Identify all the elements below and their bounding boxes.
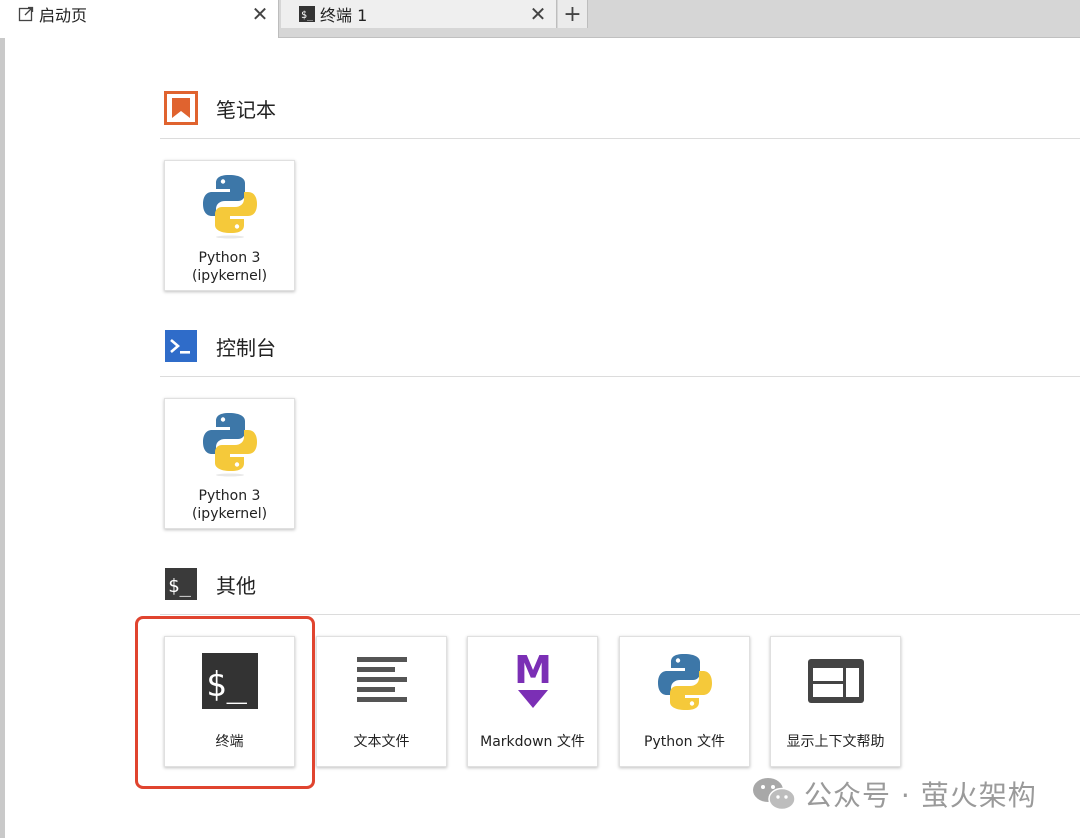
python-logo-icon — [200, 409, 260, 477]
section-console-header: 控制台 — [160, 326, 1080, 366]
markdown-file-card[interactable]: M Markdown 文件 — [467, 636, 598, 767]
svg-text:$_: $_ — [301, 10, 314, 21]
tab-launcher-label: 启动页 — [39, 6, 88, 25]
python-file-card[interactable]: Python 文件 — [619, 636, 750, 767]
svg-text:$_: $_ — [168, 575, 191, 597]
card-label: 显示上下文帮助 — [786, 734, 885, 750]
card-label: Markdown 文件 — [480, 734, 585, 750]
section-title: 控制台 — [216, 335, 276, 360]
section-title: 其他 — [216, 573, 256, 598]
wechat-icon — [752, 776, 796, 812]
terminal-icon: $_ — [299, 6, 315, 22]
notebook-icon — [164, 91, 198, 125]
tab-terminal-label: 终端 1 — [320, 6, 368, 25]
python-logo-icon — [200, 171, 260, 239]
context-help-card[interactable]: 显示上下文帮助 — [770, 636, 901, 767]
text-file-icon — [355, 647, 409, 715]
card-label: Python 3 (ipykernel) — [192, 249, 267, 285]
watermark-text: 公众号 · 萤火架构 — [804, 779, 1037, 812]
section-title: 笔记本 — [216, 97, 276, 122]
card-label-line1: Python 3 — [198, 250, 261, 266]
close-icon[interactable]: ✕ — [246, 0, 274, 28]
text-file-card[interactable]: 文本文件 — [316, 636, 447, 767]
launcher-window: 启动页 ✕ $_ 终端 1 ✕ + 笔记本 Python 3 (ipykerne… — [0, 0, 1080, 838]
tab-launcher[interactable]: 启动页 ✕ — [0, 0, 279, 38]
card-label: 文本文件 — [353, 734, 410, 750]
card-label: Python 3 (ipykernel) — [192, 487, 267, 523]
section-divider — [160, 138, 1080, 139]
card-label-line1: Python 3 — [198, 488, 261, 504]
left-border — [0, 0, 5, 838]
markdown-icon: M — [510, 647, 556, 715]
notebook-python3-card[interactable]: Python 3 (ipykernel) — [164, 160, 295, 291]
tab-terminal-1[interactable]: $_ 终端 1 ✕ — [281, 0, 557, 28]
card-label: Python 文件 — [644, 734, 725, 750]
close-icon[interactable]: ✕ — [524, 0, 552, 28]
section-divider — [160, 376, 1080, 377]
section-notebook-header: 笔记本 — [160, 88, 1080, 128]
tab-bar: 启动页 ✕ $_ 终端 1 ✕ + — [0, 0, 1080, 38]
launcher-icon — [18, 6, 34, 22]
context-help-icon — [807, 647, 865, 715]
section-divider — [160, 614, 1080, 615]
python-logo-icon — [655, 647, 715, 715]
other-terminal-icon: $_ — [164, 567, 198, 601]
watermark: 公众号 · 萤火架构 — [752, 774, 1037, 814]
section-other-header: $_ 其他 — [160, 564, 1080, 604]
highlight-box — [135, 616, 315, 789]
add-tab-button[interactable]: + — [558, 0, 588, 28]
console-python3-card[interactable]: Python 3 (ipykernel) — [164, 398, 295, 529]
console-icon — [164, 329, 198, 363]
svg-text:M: M — [514, 650, 552, 692]
card-label-line2: (ipykernel) — [191, 506, 268, 522]
card-label-line2: (ipykernel) — [191, 268, 268, 284]
